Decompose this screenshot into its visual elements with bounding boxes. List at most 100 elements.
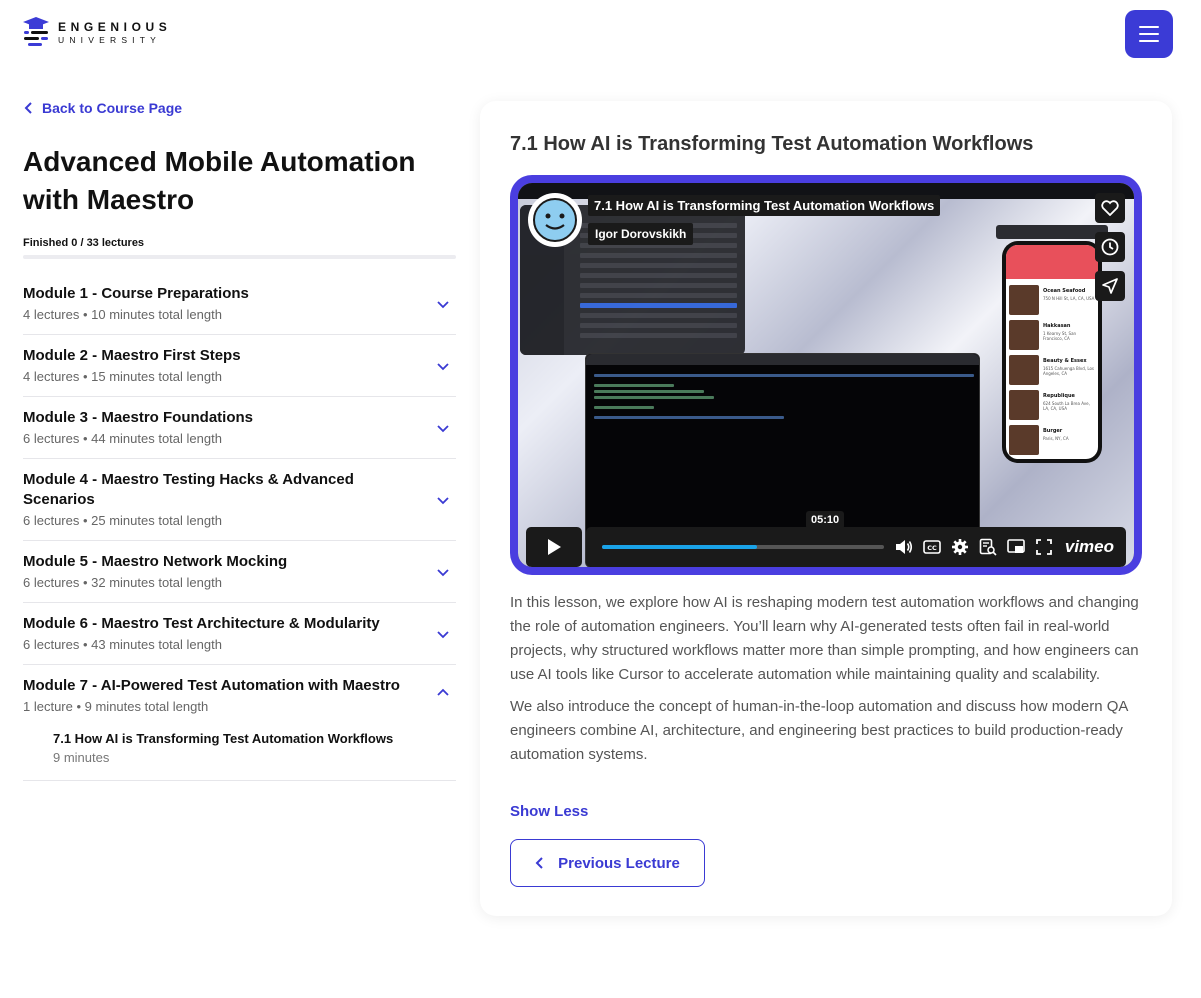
module-item[interactable]: Module 1 - Course Preparations 4 lectures… — [23, 273, 456, 335]
phone-list-item: Burger Paris, NY, CA — [1009, 425, 1095, 455]
lesson-description: In this lesson, we explore how AI is res… — [510, 591, 1150, 767]
show-less-link[interactable]: Show Less — [510, 803, 588, 820]
video-controls: 05:10 CC vimeo — [518, 511, 1134, 567]
brand-logo[interactable]: ENGENIOUS UNIVERSITY — [22, 16, 171, 50]
module-meta: 6 lectures • 44 minutes total length — [23, 431, 222, 446]
chevron-down-icon[interactable] — [436, 359, 450, 373]
module-meta: 6 lectures • 43 minutes total length — [23, 637, 222, 652]
send-icon — [1102, 278, 1118, 294]
watch-later-button[interactable] — [1095, 232, 1125, 262]
module-title: Module 4 - Maestro Testing Hacks & Advan… — [23, 471, 354, 508]
chevron-left-icon — [535, 857, 543, 869]
heart-icon — [1101, 200, 1119, 216]
description-paragraph: We also introduce the concept of human-i… — [510, 698, 1128, 763]
author-avatar[interactable] — [528, 193, 582, 247]
svg-text:CC: CC — [927, 544, 937, 552]
module-title: Module 7 - AI-Powered Test Automation wi… — [23, 677, 400, 694]
module-title: Module 3 - Maestro Foundations — [23, 409, 254, 426]
lesson-card: 7.1 How AI is Transforming Test Automati… — [480, 101, 1172, 916]
back-to-course-link[interactable]: Back to Course Page — [24, 100, 182, 116]
module-item[interactable]: Module 3 - Maestro Foundations 6 lectures… — [23, 397, 456, 459]
control-bar: 05:10 CC vimeo — [586, 511, 1126, 567]
logo-mark-icon — [22, 16, 50, 50]
video-frame: Ocean Seafood 750 N Hill St, LA, CA, USA H… — [510, 175, 1142, 575]
module-item[interactable]: Module 5 - Maestro Network Mocking 6 lect… — [23, 541, 456, 603]
chevron-left-icon — [24, 102, 32, 114]
module-item[interactable]: Module 2 - Maestro First Steps 4 lectures… — [23, 335, 456, 397]
brand-name: ENGENIOUS — [58, 20, 172, 35]
chevron-up-icon[interactable] — [436, 685, 450, 699]
module-meta: 6 lectures • 25 minutes total length — [23, 513, 222, 528]
progress-text: Finished 0 / 33 lectures — [23, 237, 145, 249]
restaurant-address: 1 Kearny St, San Francisco, CA — [1043, 331, 1077, 341]
chevron-down-icon[interactable] — [436, 421, 450, 435]
previous-lecture-button[interactable]: Previous Lecture — [510, 839, 705, 887]
clock-icon — [1101, 238, 1119, 256]
previous-lecture-label: Previous Lecture — [558, 854, 680, 872]
lecture-duration: 9 minutes — [53, 750, 110, 765]
seek-progress — [602, 545, 758, 549]
lecture-item[interactable]: 7.1 How AI is Transforming Test Automati… — [23, 715, 456, 769]
pip-icon[interactable] — [1007, 538, 1025, 556]
video-author[interactable]: Igor Dorovskikh — [588, 223, 694, 245]
module-title: Module 5 - Maestro Network Mocking — [23, 553, 288, 570]
restaurant-address: 750 N Hill St, LA, CA, USA — [1043, 296, 1095, 301]
module-meta: 4 lectures • 10 minutes total length — [23, 307, 222, 322]
video-player[interactable]: Ocean Seafood 750 N Hill St, LA, CA, USA H… — [518, 183, 1134, 567]
seek-bar[interactable] — [602, 545, 884, 549]
restaurant-name: Beauty & Essex — [1043, 358, 1087, 364]
captions-icon[interactable]: CC — [923, 538, 941, 556]
module-meta: 4 lectures • 15 minutes total length — [23, 369, 222, 384]
restaurant-thumbnail — [1009, 320, 1039, 350]
chevron-down-icon[interactable] — [436, 297, 450, 311]
module-meta: 6 lectures • 32 minutes total length — [23, 575, 222, 590]
course-title: Advanced Mobile Automation with Maestro — [23, 146, 416, 215]
restaurant-name: Republique — [1043, 393, 1075, 399]
hamburger-icon — [1139, 26, 1159, 28]
restaurant-name: Burger — [1043, 428, 1063, 434]
volume-icon[interactable] — [895, 538, 913, 556]
restaurant-address: 624 South La Brea Ave, LA, CA, USA — [1043, 401, 1090, 411]
phone-list-item: Hakkasan 1 Kearny St, San Francisco, CA — [1009, 320, 1095, 350]
back-link-label: Back to Course Page — [42, 100, 183, 116]
like-button[interactable] — [1095, 193, 1125, 223]
restaurant-address: Paris, NY, CA — [1043, 436, 1069, 441]
phone-list-item: Ocean Seafood 750 N Hill St, LA, CA, USA — [1009, 285, 1095, 315]
smiley-avatar-icon — [533, 198, 577, 242]
chevron-down-icon[interactable] — [436, 627, 450, 641]
module-list: Module 1 - Course Preparations 4 lectures… — [23, 273, 456, 781]
menu-button[interactable] — [1125, 10, 1173, 58]
phone-list-item: Republique 624 South La Brea Ave, LA, CA,… — [1009, 390, 1095, 420]
module-title: Module 1 - Course Preparations — [23, 285, 249, 302]
chevron-down-icon[interactable] — [436, 493, 450, 507]
course-progress-bar — [23, 255, 456, 259]
fullscreen-icon[interactable] — [1035, 538, 1053, 556]
module-title: Module 2 - Maestro First Steps — [23, 347, 241, 364]
transcript-icon[interactable] — [979, 538, 997, 556]
module-item[interactable]: Module 4 - Maestro Testing Hacks & Advan… — [23, 459, 456, 541]
settings-icon[interactable] — [951, 538, 969, 556]
restaurant-thumbnail — [1009, 425, 1039, 455]
video-title[interactable]: 7.1 How AI is Transforming Test Automati… — [588, 195, 941, 216]
share-button[interactable] — [1095, 271, 1125, 301]
restaurant-name: Hakkasan — [1043, 323, 1071, 329]
module-item[interactable]: Module 7 - AI-Powered Test Automation wi… — [23, 665, 456, 781]
module-item[interactable]: Module 6 - Maestro Test Architecture & M… — [23, 603, 456, 665]
vimeo-logo[interactable]: vimeo — [1065, 537, 1114, 557]
phone-simulator: Ocean Seafood 750 N Hill St, LA, CA, USA H… — [1002, 241, 1102, 463]
restaurant-thumbnail — [1009, 390, 1039, 420]
brand-subtitle: UNIVERSITY — [58, 35, 162, 46]
chevron-down-icon[interactable] — [436, 565, 450, 579]
current-time: 05:10 — [806, 511, 845, 529]
module-meta: 1 lecture • 9 minutes total length — [23, 699, 209, 714]
description-paragraph: In this lesson, we explore how AI is res… — [510, 594, 1139, 683]
simulator-titlebar — [996, 225, 1108, 239]
play-button[interactable] — [526, 527, 582, 567]
module-title: Module 6 - Maestro Test Architecture & M… — [23, 615, 380, 632]
phone-list-item: Beauty & Essex 1615 Cahuenga Blvd, Los An… — [1009, 355, 1095, 385]
restaurant-name: Ocean Seafood — [1043, 288, 1086, 294]
lesson-title: 7.1 How AI is Transforming Test Automati… — [510, 133, 1034, 155]
restaurant-thumbnail — [1009, 285, 1039, 315]
lecture-title: 7.1 How AI is Transforming Test Automati… — [53, 731, 394, 746]
restaurant-address: 1615 Cahuenga Blvd, Los Angeles, CA — [1043, 366, 1095, 376]
